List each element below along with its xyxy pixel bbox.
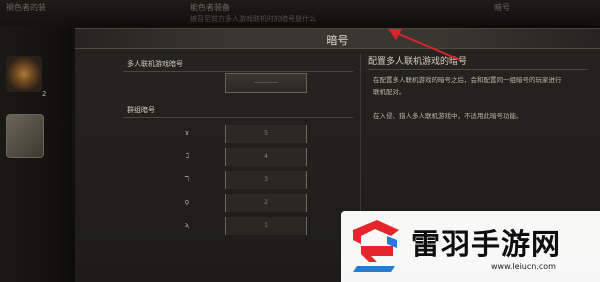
- watermark-logo-icon: [353, 220, 399, 272]
- password-settings-panel: 多人联机游戏暗号 ———— 群组暗号 ɤ 5 ℷ 4 ℸ 3 ϙ 2 ϡ 1: [115, 53, 365, 282]
- background-tab-1[interactable]: 褪色者的装: [6, 2, 46, 13]
- help-paragraph: 在配置多人联机游戏的暗号之后，会和配置同一组暗号的玩家进行联机配对。: [373, 76, 562, 96]
- group-password-input[interactable]: 3: [225, 171, 307, 189]
- group-password-value: 3: [264, 176, 268, 183]
- group-password-input[interactable]: 4: [225, 148, 307, 166]
- section-rule: [123, 117, 353, 118]
- multiplay-password-input[interactable]: ————: [225, 73, 307, 93]
- group-symbol-icon: ɤ: [184, 129, 189, 137]
- group-password-row: ϡ 1: [115, 217, 365, 237]
- group-symbol-icon: ϙ: [184, 198, 189, 206]
- item-slot-count: 2: [42, 90, 47, 98]
- group-symbol-icon: ϡ: [184, 221, 189, 229]
- group-password-input[interactable]: 2: [225, 194, 307, 212]
- group-password-row: ℸ 3: [115, 171, 365, 191]
- group-symbol-icon: ℸ: [184, 175, 189, 183]
- group-password-row: ℷ 4: [115, 148, 365, 168]
- dialog-title-bar: 暗号: [75, 29, 600, 49]
- group-password-value: 1: [264, 222, 268, 229]
- group-symbol-icon: ℷ: [185, 152, 189, 160]
- background-tab-3[interactable]: 暗号: [494, 2, 510, 13]
- help-paragraph: 在入侵、猎人多人联机游戏中，不适用此暗号功能。: [373, 112, 523, 120]
- group-password-row: ϙ 2: [115, 194, 365, 214]
- item-slot-ember-icon[interactable]: [6, 56, 42, 92]
- background-tab-2[interactable]: 能色者装备: [190, 2, 230, 13]
- section-rule: [123, 71, 353, 72]
- group-password-label: 群组暗号: [127, 106, 155, 114]
- watermark-text: 雷羽手游网: [411, 227, 562, 261]
- site-watermark: 雷羽手游网 www.leiucn.com: [341, 211, 600, 282]
- group-password-value: 2: [264, 199, 268, 206]
- group-password-row: ɤ 5: [115, 125, 365, 145]
- dialog-title: 暗号: [326, 34, 349, 47]
- multiplay-password-value: ————: [254, 79, 278, 86]
- watermark-url: www.leiucn.com: [491, 262, 556, 271]
- group-password-input[interactable]: 1: [225, 217, 307, 235]
- item-slot-scroll-icon[interactable]: [6, 114, 44, 158]
- group-password-value: 4: [264, 153, 268, 160]
- background-subtitle: 被召至前方多人游戏联机时的暗号是什么: [190, 15, 316, 23]
- group-password-input[interactable]: 5: [225, 125, 307, 143]
- annotation-arrow-icon: [388, 29, 461, 61]
- background-item-column: 2: [0, 26, 72, 282]
- multiplay-password-label: 多人联机游戏暗号: [127, 60, 183, 68]
- help-rule: [368, 69, 588, 70]
- group-password-value: 5: [264, 130, 268, 137]
